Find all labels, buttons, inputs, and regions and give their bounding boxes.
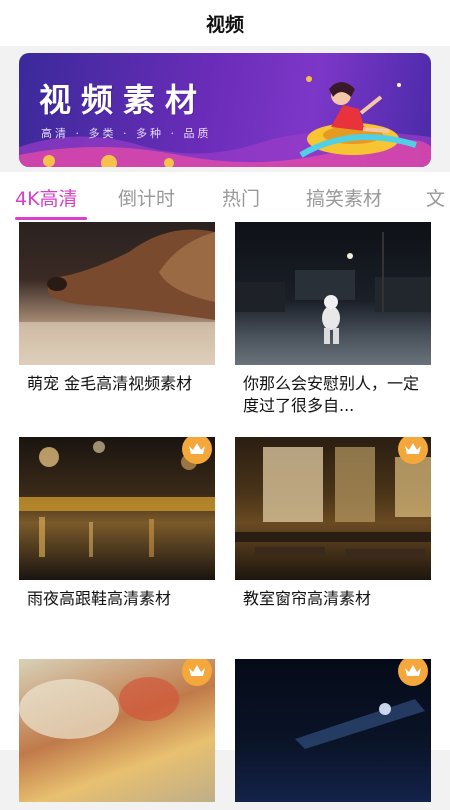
video-card[interactable]: 雨夜高跟鞋高清素材	[19, 437, 215, 610]
video-caption: 雨夜高跟鞋高清素材	[27, 589, 172, 608]
video-thumbnail[interactable]	[19, 222, 215, 365]
golden-retriever-image	[19, 229, 215, 365]
tab-countdown[interactable]: 倒计时	[118, 184, 175, 211]
tab-popular[interactable]: 热门	[222, 184, 260, 211]
video-thumbnail[interactable]	[235, 222, 431, 365]
promo-banner[interactable]: 视频素材 高清 · 多类 · 多种 · 品质	[19, 53, 431, 167]
video-card[interactable]: 教室窗帘高清素材	[235, 437, 431, 610]
tab-4k-hd[interactable]: 4K高清	[15, 184, 78, 211]
video-thumbnail[interactable]	[19, 437, 215, 580]
video-caption: 你那么会安慰别人，一定度过了很多自...	[243, 374, 420, 415]
video-thumbnail[interactable]	[235, 437, 431, 580]
video-caption: 萌宠 金毛高清视频素材	[27, 374, 193, 393]
page-title: 视频	[205, 13, 244, 36]
video-card[interactable]	[235, 659, 431, 810]
video-caption: 教室窗帘高清素材	[243, 589, 372, 608]
video-card[interactable]: 萌宠 金毛高清视频素材	[19, 222, 215, 395]
video-card[interactable]	[19, 659, 215, 810]
night-street-astronaut-image	[235, 232, 431, 344]
video-thumbnail[interactable]	[19, 659, 215, 802]
tab-funny-material[interactable]: 搞笑素材	[306, 184, 382, 211]
tab-more[interactable]: 文	[426, 184, 445, 211]
video-thumbnail[interactable]	[235, 659, 431, 802]
crown-icon	[189, 665, 205, 676]
banner-subtitle: 高清 · 多类 · 多种 · 品质	[41, 127, 212, 140]
banner-girl-on-float-illustration	[299, 76, 417, 158]
video-card[interactable]: 你那么会安慰别人，一定度过了很多自...	[235, 222, 431, 417]
crown-icon	[189, 443, 205, 454]
video-grid: 萌宠 金毛高清视频素材 你那么会安慰别人，一定度过了很多自... 雨夜高跟鞋高清…	[0, 222, 450, 802]
banner-title: 视频素材	[39, 81, 208, 119]
crown-icon	[405, 443, 421, 454]
top-header: 视频	[0, 0, 450, 46]
active-tab-indicator	[15, 217, 87, 220]
category-tabs: 4K高清 倒计时 热门 搞笑素材 文	[0, 172, 450, 222]
crown-icon	[405, 665, 421, 676]
